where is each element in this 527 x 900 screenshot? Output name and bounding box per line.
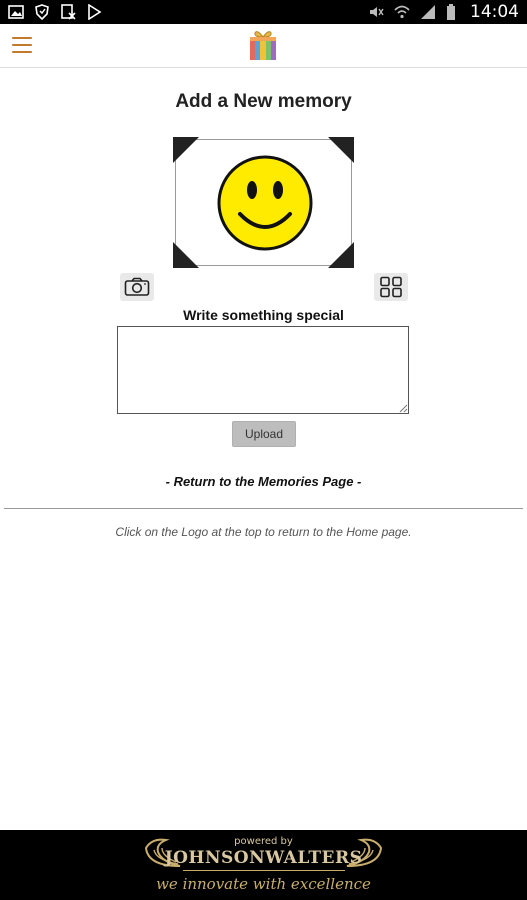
gift-box-logo-icon[interactable] — [247, 28, 279, 62]
status-time: 14:04 — [470, 2, 519, 22]
powered-by-text: powered by — [234, 836, 293, 847]
hamburger-menu-button[interactable] — [12, 37, 32, 53]
camera-button[interactable] — [120, 273, 154, 301]
grid-icon — [380, 276, 402, 298]
footer: powered by JOHNSONWALTERS we innovate wi… — [0, 830, 527, 900]
memory-text-input[interactable] — [117, 326, 409, 414]
home-hint-text: Click on the Logo at the top to return t… — [115, 525, 412, 539]
signal-icon — [421, 5, 435, 19]
corner-top-left — [173, 137, 199, 163]
status-bar-left — [8, 4, 102, 20]
brand-underline — [183, 870, 345, 871]
status-bar: 14:04 — [0, 0, 527, 24]
memory-photo-frame[interactable] — [173, 137, 354, 268]
status-bar-right: 14:04 — [368, 2, 519, 22]
corner-bottom-left — [173, 242, 199, 268]
resize-grip-icon[interactable] — [399, 404, 408, 413]
corner-top-right — [328, 137, 354, 163]
play-store-icon — [88, 4, 102, 20]
upload-button[interactable]: Upload — [232, 421, 296, 447]
file-x-icon — [61, 4, 76, 20]
app-header — [0, 24, 527, 68]
return-to-memories-link[interactable]: - Return to the Memories Page - — [0, 474, 527, 489]
brand-name: JOHNSONWALTERS — [164, 848, 363, 868]
wifi-icon — [394, 5, 410, 19]
mute-icon — [370, 7, 384, 17]
write-label: Write something special — [183, 307, 344, 323]
battery-icon — [447, 4, 455, 20]
shield-icon — [35, 4, 49, 20]
image-icon — [8, 5, 24, 19]
smiley-face-icon — [217, 155, 313, 251]
camera-icon — [124, 277, 150, 296]
corner-bottom-right — [328, 242, 354, 268]
brand-tagline: we innovate with excellence — [156, 875, 371, 893]
divider — [4, 508, 523, 509]
page-title: Add a New memory — [175, 91, 352, 112]
gallery-button[interactable] — [374, 273, 408, 301]
